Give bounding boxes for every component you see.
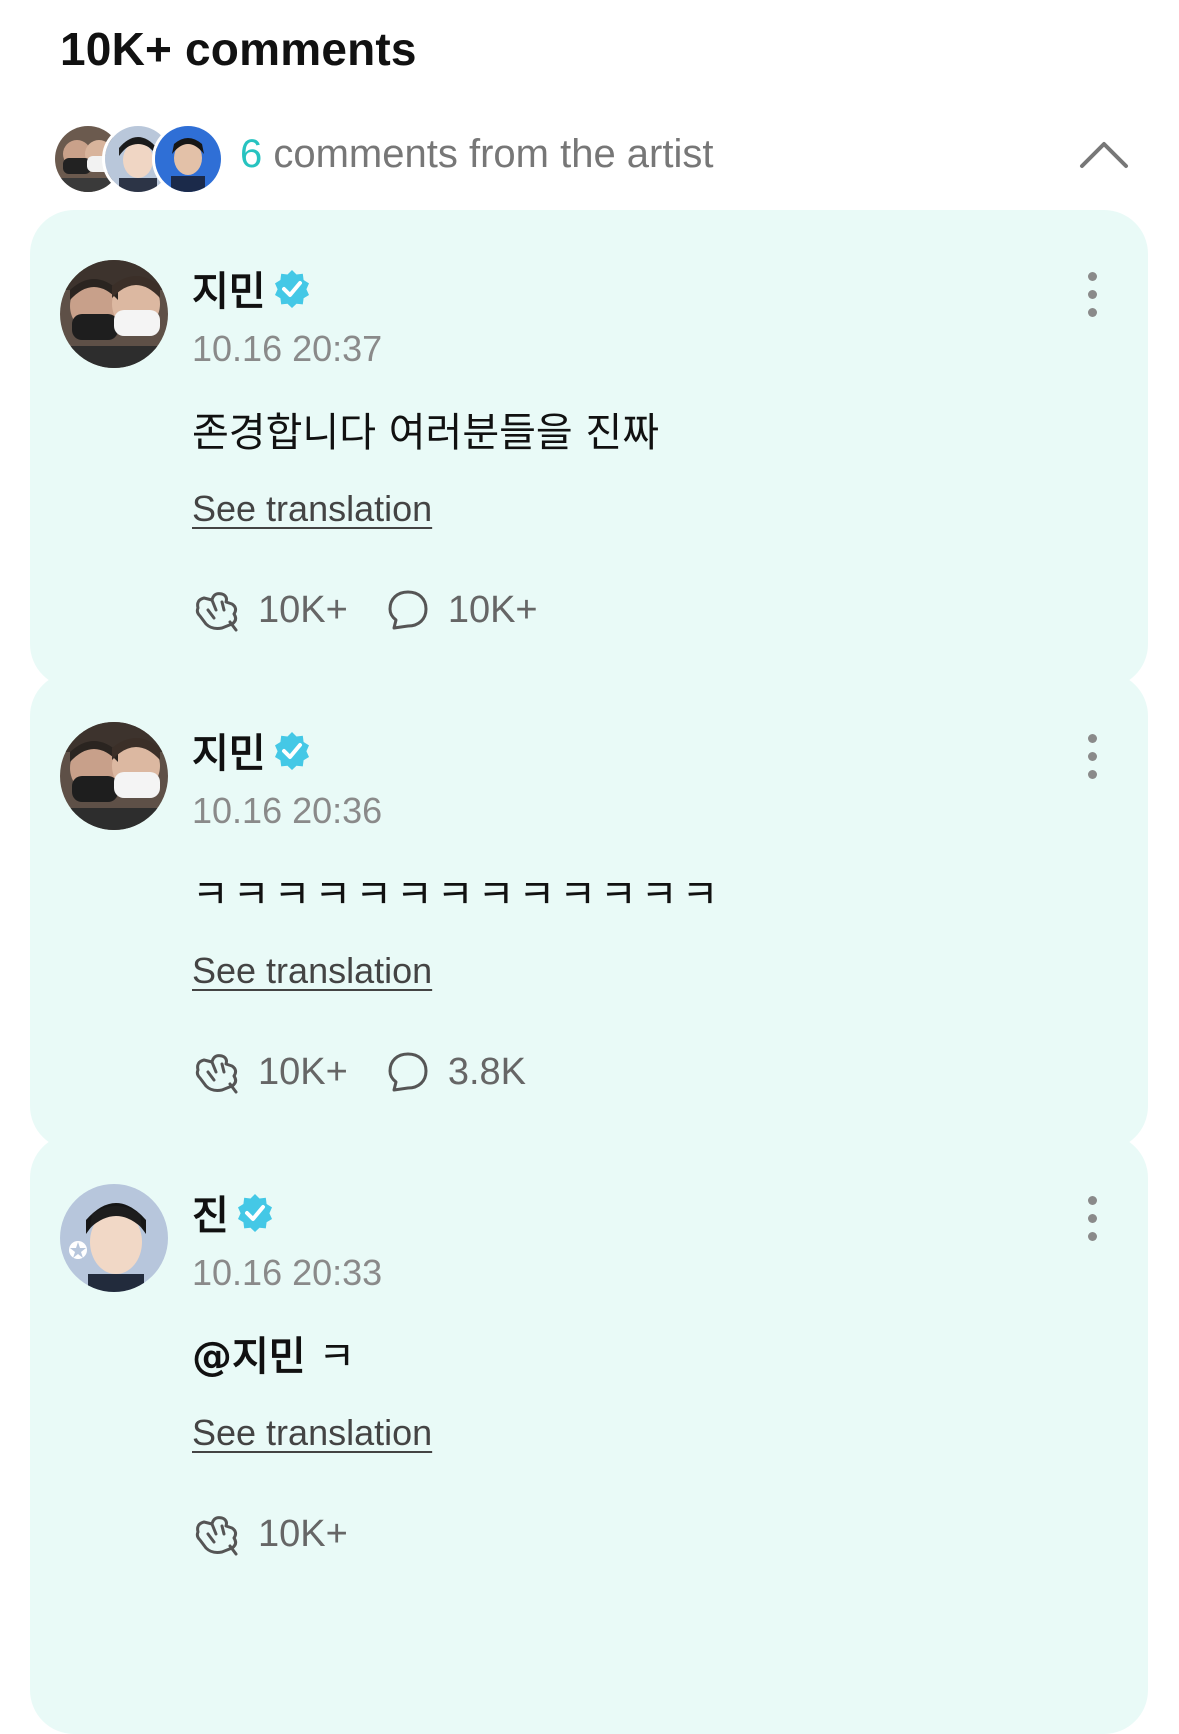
speech-bubble-icon	[388, 1052, 428, 1092]
see-translation-link[interactable]: See translation	[192, 488, 432, 530]
avatar[interactable]	[60, 260, 168, 368]
cheer-hand-icon	[195, 1516, 238, 1556]
like-count: 10K+	[258, 588, 348, 631]
cheer-hand-icon	[195, 1054, 238, 1094]
artist-comments-summary[interactable]: 6 comments from the artist	[240, 132, 713, 177]
artist-comments-label: comments from the artist	[262, 132, 714, 176]
comment-reactions: 10K+ 3.8K	[192, 1047, 564, 1097]
comment-timestamp: 10.16 20:36	[192, 790, 383, 831]
more-options-icon[interactable]	[1082, 1196, 1102, 1252]
comment-timestamp: 10.16 20:37	[192, 328, 383, 369]
author-row: 지민	[192, 259, 312, 317]
artist-comments-row[interactable]: 6 comments from the artist	[52, 118, 1132, 198]
comment-text: 존경합니다 여러분들을 진짜	[192, 410, 660, 456]
artist-comment-card: 지민 10.16 20:37 존경합니다 여러분들을 진짜 See transl…	[30, 210, 1148, 688]
author-name[interactable]: 진	[192, 1183, 229, 1241]
reply-button[interactable]: 10K+	[386, 588, 538, 632]
more-options-icon[interactable]	[1082, 272, 1102, 328]
like-button[interactable]: 10K+	[192, 1512, 348, 1556]
speech-bubble-icon	[388, 590, 428, 630]
comment-body: ㅋ	[305, 1334, 356, 1380]
comment-timestamp: 10.16 20:33	[192, 1252, 383, 1293]
comment-reactions: 10K+ 10K+	[192, 585, 576, 635]
author-row: 지민	[192, 721, 312, 779]
artist-avatar-jungkook	[152, 123, 224, 195]
comments-header-title: 10K+ comments	[60, 23, 417, 75]
chevron-up-icon[interactable]	[1076, 134, 1132, 174]
verified-badge-icon	[274, 732, 309, 770]
artist-comment-card: 진 10.16 20:33 @지민 ㅋ See translation 10K+	[30, 1134, 1148, 1734]
verified-badge-icon	[237, 1194, 272, 1232]
reply-button[interactable]: 3.8K	[386, 1050, 526, 1094]
like-count: 10K+	[258, 1512, 348, 1555]
like-count: 10K+	[258, 1050, 348, 1093]
avatar[interactable]	[60, 722, 168, 830]
see-translation-link[interactable]: See translation	[192, 950, 432, 992]
artist-comment-count: 6	[240, 132, 263, 176]
comment-reactions: 10K+	[192, 1509, 386, 1559]
avatar[interactable]	[60, 1184, 168, 1292]
more-options-icon[interactable]	[1082, 734, 1102, 790]
author-name[interactable]: 지민	[192, 259, 266, 317]
author-name[interactable]: 지민	[192, 721, 266, 779]
verified-badge-icon	[274, 270, 309, 308]
comment-text: @지민 ㅋ	[192, 1324, 355, 1382]
author-row: 진	[192, 1183, 275, 1241]
like-button[interactable]: 10K+	[192, 588, 348, 632]
reply-count: 10K+	[447, 588, 538, 631]
mention-link[interactable]: @지민	[192, 1334, 306, 1380]
artist-comment-card: 지민 10.16 20:36 ㅋㅋㅋㅋㅋㅋㅋㅋㅋㅋㅋㅋㅋ See transla…	[30, 672, 1148, 1150]
artist-avatar-stack	[52, 123, 232, 195]
comment-text: ㅋㅋㅋㅋㅋㅋㅋㅋㅋㅋㅋㅋㅋ	[192, 872, 723, 918]
reply-count: 3.8K	[447, 1050, 526, 1093]
see-translation-link[interactable]: See translation	[192, 1412, 432, 1454]
like-button[interactable]: 10K+	[192, 1050, 348, 1094]
cheer-hand-icon	[195, 592, 238, 632]
